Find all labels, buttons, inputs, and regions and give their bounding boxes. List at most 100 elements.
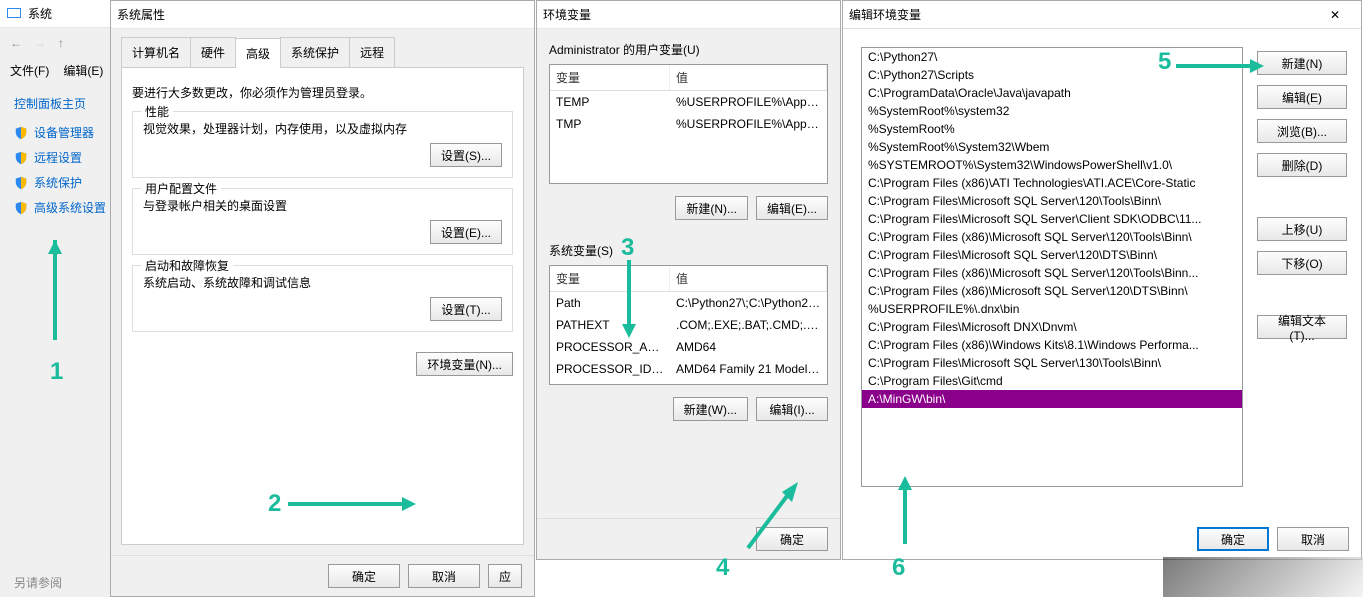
side-link[interactable]: 设备管理器 [14, 120, 106, 145]
profiles-group: 用户配置文件 与登录帐户相关的桌面设置 设置(E)... [132, 188, 513, 255]
system-icon [6, 6, 22, 22]
path-item[interactable]: C:\Python27\ [862, 48, 1242, 66]
back-icon[interactable]: ← [10, 36, 22, 50]
ok-button[interactable]: 确定 [328, 564, 400, 588]
new-button[interactable]: 新建(N) [1257, 51, 1347, 75]
user-vars-list[interactable]: 变量值 TEMP%USERPROFILE%\AppDataTMP%USERPRO… [549, 64, 828, 184]
path-item[interactable]: %SystemRoot%\system32 [862, 102, 1242, 120]
cancel-button[interactable]: 取消 [1277, 527, 1349, 551]
settings-button[interactable]: 设置(T)... [430, 297, 502, 321]
env-vars-window: 环境变量 Administrator 的用户变量(U) 变量值 TEMP%USE… [536, 0, 841, 560]
path-item[interactable]: C:\Program Files\Microsoft SQL Server\Cl… [862, 210, 1242, 228]
path-item[interactable]: %SystemRoot%\System32\Wbem [862, 138, 1242, 156]
path-item[interactable]: C:\Program Files (x86)\Windows Kits\8.1\… [862, 336, 1242, 354]
edit-env-window: 编辑环境变量 ✕ C:\Python27\C:\Python27\Scripts… [842, 0, 1362, 560]
list-row[interactable]: TEMP%USERPROFILE%\AppData [550, 91, 827, 113]
side-link[interactable]: 高级系统设置 [14, 195, 106, 220]
menu-edit[interactable]: 编辑(E) [63, 62, 103, 79]
browse-button[interactable]: 浏览(B)... [1257, 119, 1347, 143]
path-item[interactable]: C:\Program Files (x86)\Microsoft SQL Ser… [862, 228, 1242, 246]
dialog-buttons: 确定 取消 应 [111, 555, 534, 596]
dialog-buttons: 确定 [537, 518, 840, 559]
startup-group: 启动和故障恢复 系统启动、系统故障和调试信息 设置(T)... [132, 265, 513, 332]
list-row[interactable]: PROCESSOR_AR...AMD64 [550, 336, 827, 358]
path-item[interactable]: %SystemRoot% [862, 120, 1242, 138]
window-title: 系统属性 [117, 6, 528, 23]
env-vars-button[interactable]: 环境变量(N)... [416, 352, 513, 376]
list-row[interactable]: TMP%USERPROFILE%\AppData [550, 113, 827, 135]
up-icon[interactable]: ↑ [58, 36, 64, 50]
titlebar: 环境变量 [537, 1, 840, 29]
env-body: Administrator 的用户变量(U) 变量值 TEMP%USERPROF… [537, 29, 840, 518]
tab[interactable]: 计算机名 [121, 37, 191, 67]
col-var[interactable]: 变量 [550, 65, 670, 90]
side-links: 控制面板主页 设备管理器远程设置系统保护高级系统设置 [0, 83, 120, 228]
group-desc: 系统启动、系统故障和调试信息 [143, 274, 502, 291]
list-row[interactable]: PROCESSOR_IDE...AMD64 Family 21 Model 16 [550, 358, 827, 380]
apply-button[interactable]: 应 [488, 564, 522, 588]
ok-button[interactable]: 确定 [1197, 527, 1269, 551]
control-panel-home[interactable]: 控制面板主页 [14, 91, 106, 120]
path-item[interactable]: %USERPROFILE%\.dnx\bin [862, 300, 1242, 318]
settings-button[interactable]: 设置(E)... [430, 220, 502, 244]
new-sys-button[interactable]: 新建(W)... [673, 397, 748, 421]
col-val[interactable]: 值 [670, 65, 827, 90]
titlebar: 系统属性 [111, 1, 534, 29]
path-item[interactable]: C:\Program Files\Microsoft SQL Server\13… [862, 354, 1242, 372]
see-also: 另请参阅 [14, 574, 62, 591]
path-list[interactable]: C:\Python27\C:\Python27\ScriptsC:\Progra… [861, 47, 1243, 487]
group-desc: 与登录帐户相关的桌面设置 [143, 197, 502, 214]
menubar: 文件(F) 编辑(E) [0, 58, 118, 83]
dialog-buttons: 确定 取消 [843, 519, 1361, 559]
col-var[interactable]: 变量 [550, 266, 670, 291]
move-down-button[interactable]: 下移(O) [1257, 251, 1347, 275]
control-panel-window: 系统 ← → ↑ 文件(F) 编辑(E) 控制面板主页 设备管理器远程设置系统保… [0, 0, 118, 597]
edit-button[interactable]: 编辑(E) [1257, 85, 1347, 109]
path-item[interactable]: C:\Program Files (x86)\Microsoft SQL Ser… [862, 264, 1242, 282]
system-properties-window: 系统属性 计算机名硬件高级系统保护远程 要进行大多数更改，你必须作为管理员登录。… [110, 0, 535, 597]
menu-file[interactable]: 文件(F) [10, 62, 49, 79]
move-up-button[interactable]: 上移(U) [1257, 217, 1347, 241]
path-item[interactable]: %SYSTEMROOT%\System32\WindowsPowerShell\… [862, 156, 1242, 174]
list-row[interactable]: PathC:\Python27\;C:\Python27\S [550, 292, 827, 314]
list-row[interactable]: PATHEXT.COM;.EXE;.BAT;.CMD;.VBS;. [550, 314, 827, 336]
path-item[interactable]: C:\Program Files (x86)\ATI Technologies\… [862, 174, 1242, 192]
path-item[interactable]: C:\Program Files\Microsoft SQL Server\12… [862, 246, 1242, 264]
tab[interactable]: 高级 [235, 38, 281, 68]
nav-arrows: ← → ↑ [0, 28, 118, 58]
tab[interactable]: 远程 [349, 37, 395, 67]
settings-button[interactable]: 设置(S)... [430, 143, 502, 167]
tabs: 计算机名硬件高级系统保护远程 [121, 37, 524, 68]
button-column: 新建(N) 编辑(E) 浏览(B)... 删除(D) 上移(U) 下移(O) 编… [1257, 47, 1347, 511]
path-item[interactable]: C:\Program Files\Microsoft DNX\Dnvm\ [862, 318, 1242, 336]
tab[interactable]: 系统保护 [280, 37, 350, 67]
path-item[interactable]: C:\Python27\Scripts [862, 66, 1242, 84]
cancel-button[interactable]: 取消 [408, 564, 480, 588]
delete-button[interactable]: 删除(D) [1257, 153, 1347, 177]
edit-body: C:\Python27\C:\Python27\ScriptsC:\Progra… [843, 29, 1361, 519]
background-image [1163, 557, 1363, 597]
list-row[interactable]: PROCESSOR_LEV21 [550, 380, 827, 385]
sys-vars-list[interactable]: 变量值 PathC:\Python27\;C:\Python27\SPATHEX… [549, 265, 828, 385]
edit-text-button[interactable]: 编辑文本(T)... [1257, 315, 1347, 339]
path-item[interactable]: A:\MinGW\bin\ [862, 390, 1242, 408]
close-button[interactable]: ✕ [1315, 1, 1355, 29]
sys-vars-label: 系统变量(S) [549, 242, 828, 259]
titlebar: 编辑环境变量 ✕ [843, 1, 1361, 29]
path-item[interactable]: C:\Program Files (x86)\Microsoft SQL Ser… [862, 282, 1242, 300]
side-link[interactable]: 系统保护 [14, 170, 106, 195]
tab[interactable]: 硬件 [190, 37, 236, 67]
forward-icon: → [34, 36, 46, 50]
group-legend: 启动和故障恢复 [141, 257, 233, 274]
path-item[interactable]: C:\ProgramData\Oracle\Java\javapath [862, 84, 1242, 102]
path-item[interactable]: C:\Program Files\Microsoft SQL Server\12… [862, 192, 1242, 210]
titlebar: 系统 [0, 0, 118, 28]
tab-content: 要进行大多数更改，你必须作为管理员登录。 性能 视觉效果，处理器计划，内存使用，… [121, 68, 524, 545]
ok-button[interactable]: 确定 [756, 527, 828, 551]
path-item[interactable]: C:\Program Files\Git\cmd [862, 372, 1242, 390]
new-user-button[interactable]: 新建(N)... [675, 196, 748, 220]
edit-sys-button[interactable]: 编辑(I)... [756, 397, 828, 421]
col-val[interactable]: 值 [670, 266, 827, 291]
side-link[interactable]: 远程设置 [14, 145, 106, 170]
edit-user-button[interactable]: 编辑(E)... [756, 196, 828, 220]
